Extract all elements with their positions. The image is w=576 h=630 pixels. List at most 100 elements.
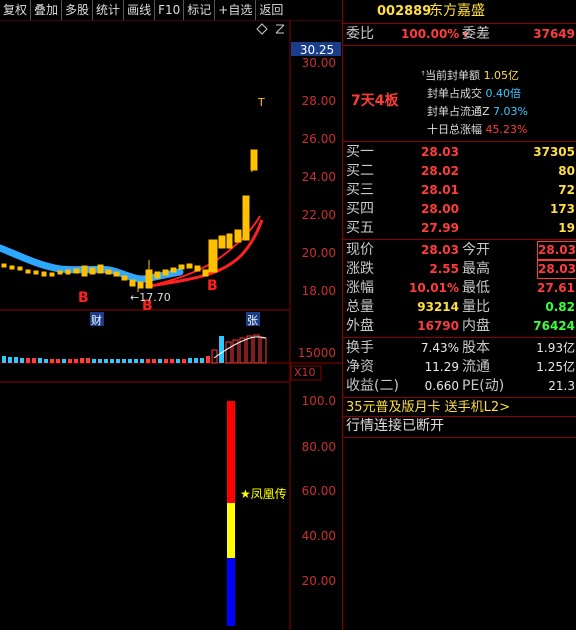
toolbar-multi-stock-button[interactable]: 多股 xyxy=(62,0,94,20)
osc-blue-segment xyxy=(227,558,235,626)
price-tick: 22.00 xyxy=(301,208,336,222)
bid-label: 买二 xyxy=(346,163,374,179)
fund-value: 0.660 xyxy=(424,379,459,393)
bid-volume: 173 xyxy=(549,202,575,216)
seal-label: 封单占流通Z xyxy=(427,105,490,118)
bid-price: 28.00 xyxy=(421,202,459,216)
quote-value: 27.61 xyxy=(537,281,575,295)
quote-value: 28.03 xyxy=(421,243,459,257)
osc-tick: 80.00 xyxy=(301,440,336,454)
collapse-icon xyxy=(275,24,285,34)
volume-bars xyxy=(2,334,267,364)
seal-line: 封单占流通Z 7.03% xyxy=(421,103,528,121)
quote-value: 2.55 xyxy=(429,262,459,276)
seal-value: 45.23% xyxy=(485,123,528,136)
fund-value: 7.43% xyxy=(420,341,459,355)
weibi-row: 委比 100.00% ▼ 委差 37649 xyxy=(343,25,576,44)
kline-chart-area[interactable]: 30.25 30.00 28.00 26.00 24.00 22.00 20.0… xyxy=(0,20,342,630)
bid-label: 买五 xyxy=(346,220,374,236)
quote-panel: 002889 东方嘉盛 委比 100.00% ▼ 委差 37649 7天4板 ꜛ… xyxy=(342,0,576,630)
seal-line: 十日总涨幅 45.23% xyxy=(421,121,528,139)
stock-name: 东方嘉盛 xyxy=(429,3,485,19)
quote-label: 总量 xyxy=(346,299,374,315)
osc-tick: 20.00 xyxy=(301,574,336,588)
price-tick: 26.00 xyxy=(301,132,336,146)
toolbar-back-button[interactable]: 返回 xyxy=(256,0,286,20)
osc-tick: 100.0 xyxy=(301,394,336,408)
limit-up-streak: 7天4板 xyxy=(351,93,399,109)
toolbar-add-watchlist-button[interactable]: +自选 xyxy=(215,0,257,20)
osc-tick: 40.00 xyxy=(301,529,336,543)
quote-row: 外盘 16790 内盘 76424 xyxy=(343,317,576,336)
toolbar-stats-button[interactable]: 统计 xyxy=(93,0,125,20)
fund-value: 1.25亿 xyxy=(536,360,575,374)
bid-volume: 19 xyxy=(558,221,575,235)
quote-row: 涨跌 2.55 最高 28.03 xyxy=(343,260,576,279)
weibi-label: 委比 xyxy=(346,26,374,42)
bid-row: 买一 28.03 37305 xyxy=(343,143,576,162)
bid-row: 买四 28.00 173 xyxy=(343,200,576,219)
quote-row: 现价 28.03 今开 28.03 xyxy=(343,241,576,260)
bid-price: 28.01 xyxy=(421,183,459,197)
seal-line: 封单占成交 0.40倍 xyxy=(421,85,528,103)
kline-chart-svg xyxy=(0,20,342,630)
stock-header: 002889 东方嘉盛 xyxy=(343,2,576,21)
chart-toolbar: 复权 叠加 多股 统计 画线 F10 标记 +自选 返回 xyxy=(0,0,342,21)
bid-row: 买二 28.02 80 xyxy=(343,162,576,181)
seal-label: 封单占成交 xyxy=(427,87,482,100)
fund-value: 11.29 xyxy=(424,360,459,374)
seal-value: 0.40倍 xyxy=(485,87,522,100)
fund-value: 1.93亿 xyxy=(536,341,575,355)
bid-volume: 37305 xyxy=(533,145,575,159)
buy-marker: B xyxy=(78,290,89,306)
quote-row: 涨幅 10.01% 最低 27.61 xyxy=(343,279,576,298)
fund-row: 净资 11.29 流通 1.25亿 xyxy=(343,358,576,377)
bid-volume: 72 xyxy=(558,183,575,197)
weicha-label: 委差 xyxy=(462,26,490,42)
tag-cai[interactable]: 财 xyxy=(91,312,102,328)
bid-volume: 80 xyxy=(558,164,575,178)
price-tick: 20.00 xyxy=(301,246,336,260)
promo-link[interactable]: 35元普及版月卡 送手机L2> xyxy=(343,398,576,417)
toolbar-fuquan-button[interactable]: 复权 xyxy=(0,0,32,20)
quote-label: 今开 xyxy=(462,242,490,258)
toolbar-mark-button[interactable]: 标记 xyxy=(184,0,216,20)
stock-code: 002889 xyxy=(377,4,432,19)
quote-label: 涨幅 xyxy=(346,280,374,296)
volume-unit: X10 xyxy=(294,366,316,379)
quote-label: 外盘 xyxy=(346,318,374,334)
osc-tick: 60.00 xyxy=(301,484,336,498)
toolbar-draw-line-button[interactable]: 画线 xyxy=(124,0,156,20)
fund-label: 股本 xyxy=(462,340,490,356)
bid-price: 28.02 xyxy=(421,164,459,178)
toolbar-f10-button[interactable]: F10 xyxy=(155,0,185,20)
fund-label: 换手 xyxy=(346,340,374,356)
weibi-value: 100.00% xyxy=(401,27,460,41)
bid-row: 买五 27.99 19 xyxy=(343,219,576,238)
weicha-value: 37649 xyxy=(533,27,575,41)
volume-tick: 15000 xyxy=(297,346,336,360)
bid-price: 28.03 xyxy=(421,145,459,159)
connection-status: 行情连接已断开 xyxy=(346,418,444,434)
buy-marker: B xyxy=(207,278,218,294)
bid-label: 买三 xyxy=(346,182,374,198)
tag-zhang[interactable]: 张 xyxy=(247,312,258,328)
quote-label: 现价 xyxy=(346,242,374,258)
quote-label: 内盘 xyxy=(462,318,490,334)
quote-label: 量比 xyxy=(462,299,490,315)
fund-value: 21.3 xyxy=(548,379,575,393)
osc-red-segment xyxy=(227,401,235,503)
fund-label: 收益(二) xyxy=(346,378,399,394)
toolbar-overlay-button[interactable]: 叠加 xyxy=(31,0,63,20)
current-price-label: 30.25 xyxy=(299,43,335,57)
bid-label: 买四 xyxy=(346,201,374,217)
quote-value: 0.82 xyxy=(545,300,575,314)
quote-value: 28.03 xyxy=(537,260,576,279)
seal-value: 7.03% xyxy=(493,105,528,118)
seal-label: 当前封单额 xyxy=(425,69,481,82)
low-price-label: ←17.70 xyxy=(130,291,171,304)
price-tick: 28.00 xyxy=(301,94,336,108)
seal-label: 十日总涨幅 xyxy=(427,123,482,136)
quote-value: 10.01% xyxy=(409,281,459,295)
fund-row: 收益(二) 0.660 PE(动) 21.3 xyxy=(343,377,576,396)
